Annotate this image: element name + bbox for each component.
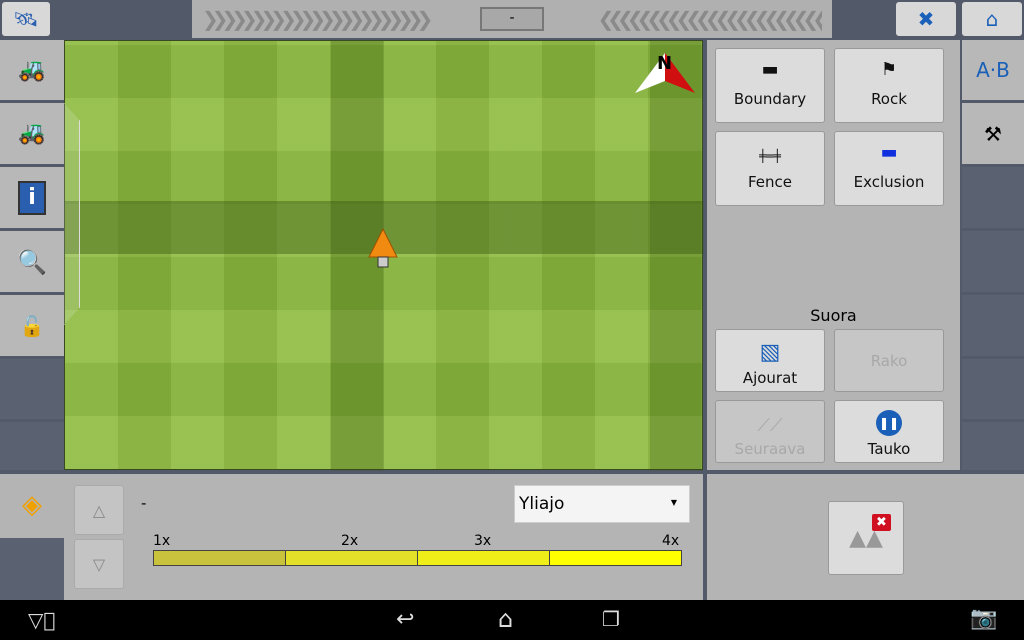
marker-panel: ▬ Boundary ⚑ Rock ╪═╪ Fence ▬ Exclusion Suor…: [707, 40, 960, 470]
triangle-down-icon: ▽: [92, 554, 106, 574]
clear-implement-button[interactable]: ▲▲ ✖: [828, 501, 904, 575]
fence-button[interactable]: ╪═╪ Fence: [715, 131, 825, 206]
layer-dropdown[interactable]: Yliajo ▼: [514, 485, 690, 523]
rako-button[interactable]: Rako: [834, 329, 944, 392]
left-chevrons: ❯❯❯❯❯❯❯❯❯❯❯❯❯❯❯❯❯❯❯❯❯❯❯: [202, 7, 433, 31]
menu-icon[interactable]: ▽⃝: [28, 608, 55, 632]
offset-readout: -: [480, 7, 544, 31]
tractor-blue-icon: 🚜: [18, 121, 46, 146]
tab-implement[interactable]: ⚒: [962, 103, 1024, 166]
home-nav-icon[interactable]: ⌂: [498, 605, 513, 633]
home-button[interactable]: ⌂: [962, 2, 1022, 36]
tauko-button[interactable]: ❚❚ Tauko: [834, 400, 944, 463]
ab-line-icon: A·B: [976, 58, 1010, 82]
north-arrow-icon: N: [635, 51, 695, 96]
layer-value: -: [141, 494, 147, 512]
north-label: N: [657, 53, 673, 74]
tramlines-icon: ▧: [759, 340, 781, 365]
fence-icon: ╪═╪: [759, 149, 781, 163]
satellite-icon: 🛰: [13, 7, 39, 31]
sidebar-item-info[interactable]: i: [0, 167, 64, 230]
scale-segment: [154, 551, 286, 565]
lightbar: ❯❯❯❯❯❯❯❯❯❯❯❯❯❯❯❯❯❯❯❯❯❯❯ - ❮❮❮❮❮❮❮❮❮❮❮❮❮❮…: [192, 0, 832, 38]
implement-delete-icon: ▲▲ ✖: [849, 513, 891, 551]
bottom-right-panel: ▲▲ ✖: [707, 474, 1024, 600]
scale-label: 4x: [662, 533, 680, 549]
boundary-icon: ▬: [761, 59, 779, 80]
gps-satellite-button[interactable]: 🛰: [2, 2, 50, 36]
android-nav-bar: ▽⃝ ↩ ⌂ ❐ 📷: [0, 600, 1024, 640]
exclusion-button[interactable]: ▬ Exclusion: [834, 131, 944, 206]
tractor-icon: 🚜: [18, 57, 46, 83]
scale-label: 3x: [474, 533, 492, 549]
scale-segment: [550, 551, 681, 565]
rock-button[interactable]: ⚑ Rock: [834, 48, 944, 123]
scale-label: 1x: [153, 533, 171, 549]
camera-icon[interactable]: 📷: [970, 606, 997, 631]
layers-icon: ◈: [22, 490, 42, 520]
zoom-icon: 🔍: [17, 247, 47, 276]
home-icon: ⌂: [985, 7, 999, 31]
dropdown-arrow-icon: ▼: [670, 498, 677, 507]
scale-segment: [286, 551, 418, 565]
field-map[interactable]: N: [64, 40, 704, 471]
mode-label: Suora: [810, 306, 857, 325]
next-line-icon: ⟋⟋: [757, 415, 783, 436]
seuraava-button[interactable]: ⟋⟋ Seuraava: [715, 400, 825, 463]
scale-label: 2x: [341, 533, 359, 549]
exclusion-icon: ▬: [880, 142, 898, 163]
triangle-up-icon: △: [92, 500, 106, 520]
sidebar-item-tractor[interactable]: 🚜: [0, 40, 64, 102]
sidebar-expand-handle[interactable]: [64, 103, 80, 325]
sidebar-item-vehicle[interactable]: 🚜: [0, 103, 64, 166]
layers-button[interactable]: ◈: [0, 474, 64, 536]
up-button[interactable]: △: [74, 485, 124, 535]
down-button[interactable]: ▽: [74, 539, 124, 589]
scale-segment: [418, 551, 550, 565]
right-chevrons: ❮❮❮❮❮❮❮❮❮❮❮❮❮❮❮❮❮❮❮❮❮❮❮: [597, 7, 822, 31]
info-icon: i: [18, 180, 46, 215]
coverage-scale: [153, 550, 682, 566]
pause-icon: ❚❚: [876, 410, 902, 436]
lock-icon: 🔓: [19, 313, 45, 338]
bottom-panel: ◈ △ ▽ - Yliajo ▼ 1x 2x 3x 4x: [0, 474, 703, 600]
ajourat-button[interactable]: ▧ Ajourat: [715, 329, 825, 392]
implement-icon: ⚒: [984, 121, 1002, 146]
boundary-button[interactable]: ▬ Boundary: [715, 48, 825, 123]
flag-icon: ⚑: [880, 59, 898, 80]
settings-button[interactable]: ✖: [896, 2, 956, 36]
sidebar-item-zoom[interactable]: 🔍: [0, 231, 64, 294]
sidebar-item-lock[interactable]: 🔓: [0, 295, 64, 358]
tab-ab-line[interactable]: A·B: [962, 40, 1024, 102]
back-icon[interactable]: ↩: [396, 607, 414, 632]
recents-icon[interactable]: ❐: [602, 607, 620, 631]
tools-icon: ✖: [917, 7, 935, 31]
vehicle-marker-icon: [367, 227, 399, 273]
